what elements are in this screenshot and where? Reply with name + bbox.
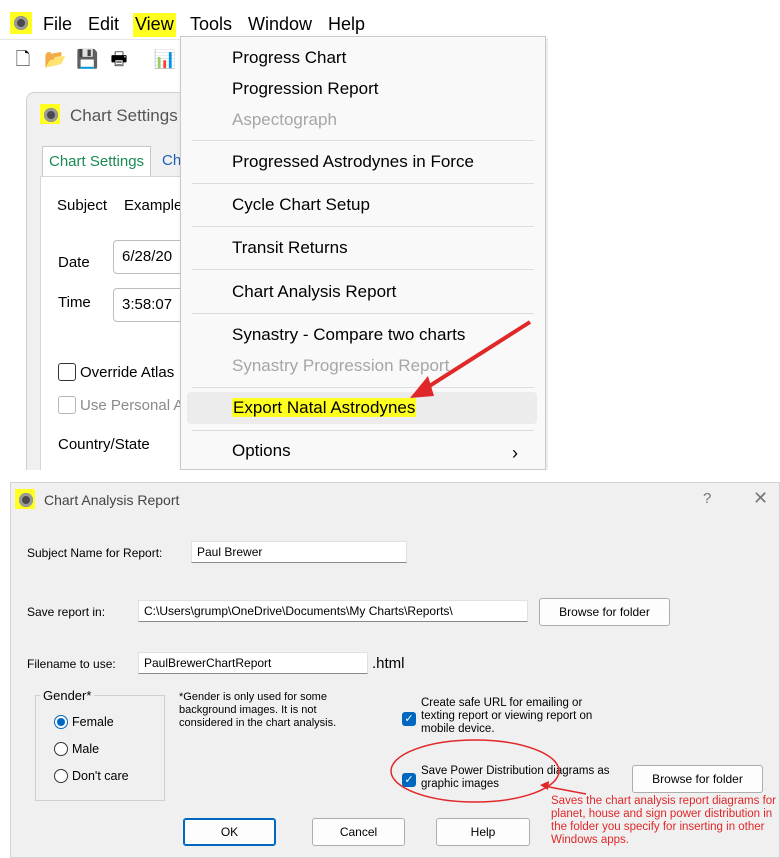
menu-item-synastry-compare[interactable]: Synastry - Compare two charts xyxy=(232,324,465,346)
use-personal-label: Use Personal A xyxy=(80,397,184,414)
male-label: Male xyxy=(72,742,100,756)
toolbar: 🗋 📂 💾 🖶 📊 xyxy=(0,42,190,78)
dont-care-radio[interactable] xyxy=(54,769,68,783)
help-button[interactable]: Help xyxy=(436,818,530,846)
help-question-icon[interactable]: ? xyxy=(703,490,711,507)
cancel-button[interactable]: Cancel xyxy=(312,818,405,846)
safe-url-checkbox[interactable]: ✓ xyxy=(402,712,416,726)
browse-folder-button[interactable]: Browse for folder xyxy=(539,598,670,626)
menu-tools[interactable]: Tools xyxy=(188,13,234,37)
export-natal-label: Export Natal Astrodynes xyxy=(232,398,417,417)
save-in-label: Save report in: xyxy=(27,605,106,619)
app-logo-icon[interactable] xyxy=(10,12,32,34)
save-power-checkbox[interactable]: ✓ xyxy=(402,773,416,787)
dialog-title: Chart Analysis Report xyxy=(44,492,180,508)
annotation-text: Saves the chart analysis report diagrams… xyxy=(551,795,776,846)
subject-label: Subject xyxy=(57,197,108,214)
menu-item-progressed-astrodynes[interactable]: Progressed Astrodynes in Force xyxy=(232,151,474,173)
menu-edit[interactable]: Edit xyxy=(86,13,121,37)
save-path-input[interactable]: C:\Users\grump\OneDrive\Documents\My Cha… xyxy=(138,600,528,622)
menu-item-chart-analysis-report[interactable]: Chart Analysis Report xyxy=(232,281,396,303)
override-atlas-checkbox[interactable] xyxy=(58,363,76,381)
close-icon[interactable]: ✕ xyxy=(753,488,768,509)
female-label: Female xyxy=(72,715,114,729)
menu-help[interactable]: Help xyxy=(326,13,367,37)
print-icon[interactable]: 🖶 xyxy=(108,50,130,70)
male-radio[interactable] xyxy=(54,742,68,756)
browse-folder-button-2[interactable]: Browse for folder xyxy=(632,765,763,793)
menu-item-cycle-chart-setup[interactable]: Cycle Chart Setup xyxy=(232,194,370,216)
override-atlas-label: Override Atlas xyxy=(80,364,175,381)
menu-item-synastry-progression: Synastry Progression Report xyxy=(232,356,450,375)
chevron-right-icon: › xyxy=(512,443,518,463)
dialog-logo-icon xyxy=(15,489,35,509)
save-power-label: Save Power Distribution diagrams as grap… xyxy=(421,765,610,790)
country-state-label: Country/State xyxy=(58,436,150,453)
tab-chart-settings[interactable]: Chart Settings xyxy=(42,146,152,176)
window-logo-icon xyxy=(40,104,60,124)
female-radio[interactable] xyxy=(54,715,68,729)
ok-button[interactable]: OK xyxy=(183,818,276,846)
menu-file[interactable]: File xyxy=(41,13,74,37)
top-screenshot: File Edit View Tools Window Help 🗋 📂 💾 🖶… xyxy=(0,0,548,470)
new-file-icon[interactable]: 🗋 xyxy=(12,50,34,70)
menu-separator xyxy=(192,430,534,431)
use-personal-checkbox[interactable] xyxy=(58,396,76,414)
menu-item-transit-returns[interactable]: Transit Returns xyxy=(232,237,348,259)
dont-care-label: Don't care xyxy=(72,769,129,783)
menu-item-aspectograph: Aspectograph xyxy=(232,110,337,129)
date-label: Date xyxy=(58,254,90,271)
time-label: Time xyxy=(58,294,91,311)
subject-name-label: Subject Name for Report: xyxy=(27,546,163,560)
gender-note: *Gender is only used for some background… xyxy=(179,691,337,729)
menu-bar: File Edit View Tools Window Help xyxy=(0,4,548,40)
chart-icon[interactable]: 📊 xyxy=(150,50,180,70)
menu-separator xyxy=(192,183,534,184)
menu-item-options[interactable]: Options xyxy=(232,440,291,462)
menu-separator xyxy=(192,140,534,141)
menu-item-export-natal-astrodynes[interactable]: Export Natal Astrodynes xyxy=(232,397,417,419)
save-icon[interactable]: 💾 xyxy=(76,50,98,70)
extension-label: .html xyxy=(372,655,405,672)
menu-view[interactable]: View xyxy=(133,13,176,37)
menu-item-progress-chart[interactable]: Progress Chart xyxy=(232,47,346,69)
filename-label: Filename to use: xyxy=(27,657,116,671)
chart-analysis-report-dialog: Chart Analysis Report ? ✕ Subject Name f… xyxy=(10,482,780,858)
gender-group-title: Gender* xyxy=(40,688,95,703)
filename-input[interactable]: PaulBrewerChartReport xyxy=(138,652,368,674)
safe-url-label: Create safe URL for emailing or texting … xyxy=(421,697,593,735)
menu-separator xyxy=(192,269,534,270)
subject-name-input[interactable]: Paul Brewer xyxy=(191,541,407,563)
chart-settings-title: Chart Settings xyxy=(70,106,178,125)
menu-separator xyxy=(192,226,534,227)
menu-separator xyxy=(192,313,534,314)
menu-separator xyxy=(192,387,534,388)
menu-window[interactable]: Window xyxy=(246,13,314,37)
menu-item-progression-report[interactable]: Progression Report xyxy=(232,78,378,100)
open-folder-icon[interactable]: 📂 xyxy=(44,50,66,70)
